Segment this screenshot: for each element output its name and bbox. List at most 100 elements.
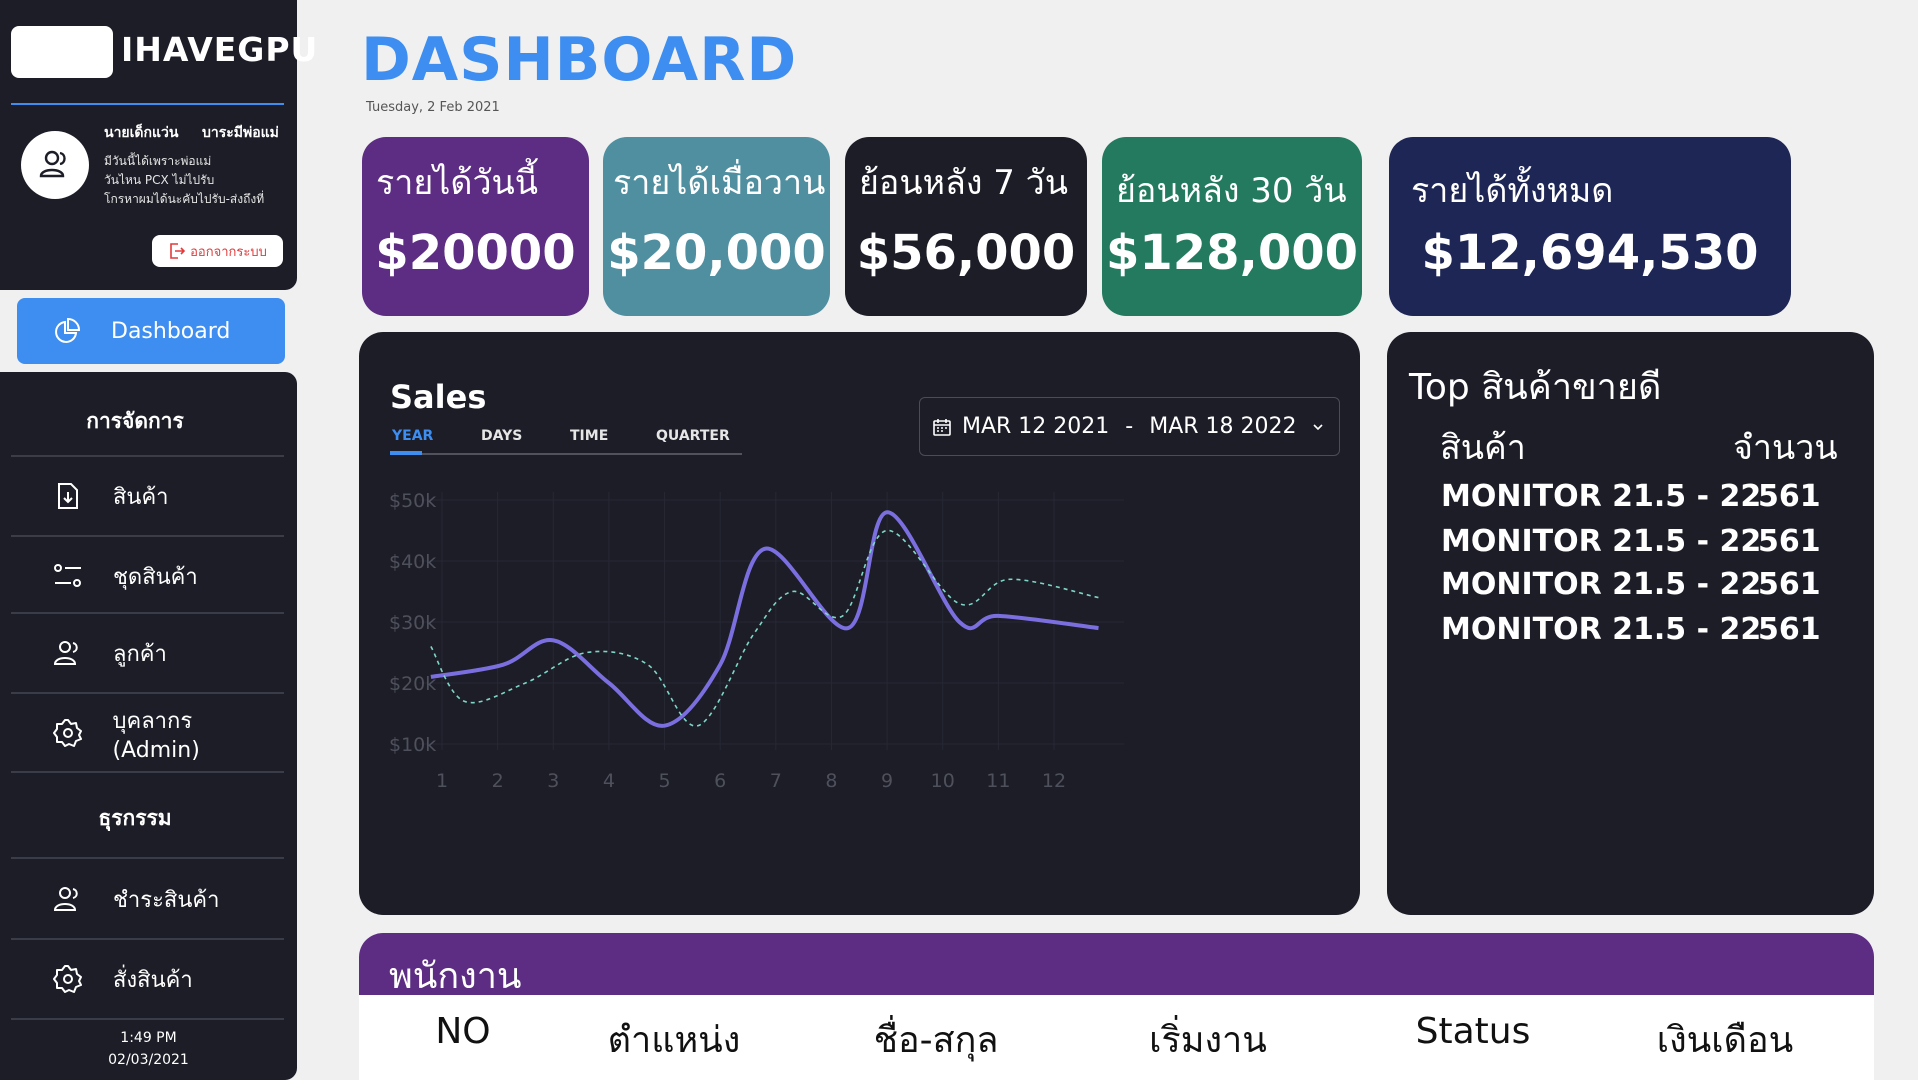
- user-bio: มีวันนี้ได้เพราะพ่อแม่ วันไหน PCX ไม่ไปร…: [104, 152, 294, 209]
- stat-label: รายได้ทั้งหมด: [1411, 171, 1614, 211]
- brand-name: IHAVEGPU: [121, 30, 319, 69]
- sidebar-profile-panel: IHAVEGPU นายเด็กแว่น บาระมีพ่อแม่ มีวันน…: [0, 0, 317, 290]
- x-tick-label: 3: [547, 770, 559, 792]
- sales-chart: $10k$20k$30k$40k$50k1 2 3 4 5 6 7 8 9 10 11 12: [389, 490, 1124, 792]
- pie-chart-icon: [53, 317, 83, 345]
- logout-button[interactable]: ออกจากระบบ: [152, 235, 283, 267]
- x-tick-label: 8: [825, 770, 837, 792]
- nav-item-payment[interactable]: ชำระสินค้า: [11, 860, 284, 938]
- nav-item-staff-admin[interactable]: บุคลากร (Admin): [11, 694, 284, 772]
- stat-value: $20000: [375, 225, 576, 281]
- stat-label: ย้อนหลัง 7 วัน: [859, 163, 1069, 203]
- user-bio-line: โกรหาผมได้นะคับไปรับ-ส่งถึงที่: [104, 192, 265, 206]
- divider: [11, 1018, 284, 1020]
- nav-label: ชุดสินค้า: [113, 564, 198, 590]
- y-tick-label: $10k: [389, 734, 436, 756]
- product-qty: 561: [1758, 612, 1821, 647]
- stat-value: $128,000: [1105, 225, 1359, 281]
- nav-label: สั่งสินค้า: [113, 967, 193, 993]
- user-icon: [39, 150, 66, 178]
- product-qty: 561: [1758, 524, 1821, 559]
- nav-label: ลูกค้า: [113, 641, 167, 667]
- stat-card-total: รายได้ทั้งหมด $12,694,530: [1389, 137, 1791, 316]
- page-title: DASHBOARD: [361, 25, 798, 95]
- stat-value: $12,694,530: [1421, 225, 1759, 281]
- sidebar: IHAVEGPU นายเด็กแว่น บาระมีพ่อแม่ มีวันน…: [0, 0, 317, 1080]
- clock-date: 02/03/2021: [108, 1052, 189, 1068]
- stat-card-30days: ย้อนหลัง 30 วัน $128,000: [1102, 137, 1362, 316]
- nav-label: Dashboard: [111, 318, 231, 344]
- product-name: MONITOR 21.5 - 22: [1441, 567, 1762, 602]
- stat-label: รายได้เมื่อวาน: [613, 163, 826, 203]
- product-name: MONITOR 21.5 - 22: [1441, 479, 1762, 514]
- x-tick-label: 1: [436, 770, 448, 792]
- section-title-business: ธุรกรรม: [98, 806, 172, 830]
- column-header-position: ตำแหน่ง: [607, 1020, 741, 1061]
- nav-item-dashboard[interactable]: Dashboard: [17, 298, 285, 364]
- nav-label: ชำระสินค้า: [113, 887, 220, 913]
- user-first-name: นายเด็กแว่น: [104, 125, 179, 141]
- column-header-name: ชื่อ-สกุล: [873, 1020, 999, 1061]
- nav-item-order[interactable]: สั่งสินค้า: [11, 940, 284, 1018]
- file-download-icon: [51, 481, 85, 511]
- sales-panel: Sales YEAR DAYS TIME QUARTER MAR 12 2021…: [359, 332, 1360, 915]
- employees-header: พนักงาน: [359, 933, 1874, 1001]
- logout-icon: [170, 243, 186, 259]
- divider: [11, 103, 284, 105]
- employees-table: NO ตำแหน่ง ชื่อ-สกุล เริ่มงาน Status เงิ…: [359, 995, 1874, 1080]
- x-tick-label: 7: [770, 770, 782, 792]
- column-header-salary: เงินเดือน: [1656, 1020, 1794, 1061]
- nav-label: สินค้า: [113, 484, 169, 510]
- gear-icon: [51, 718, 85, 748]
- x-tick-label: 4: [603, 770, 615, 792]
- column-header-status: Status: [1415, 1011, 1531, 1052]
- x-tick-label: 10: [931, 770, 955, 792]
- nav-label: บุคลากร (Admin): [112, 709, 200, 763]
- stat-value: $56,000: [856, 225, 1076, 281]
- product-qty: 561: [1758, 479, 1821, 514]
- y-tick-label: $20k: [389, 673, 436, 695]
- x-tick-label: 9: [881, 770, 893, 792]
- nav-item-product-sets[interactable]: ชุดสินค้า: [11, 537, 284, 615]
- product-name: MONITOR 21.5 - 22: [1441, 612, 1762, 647]
- top-products-panel: Top สินค้าขายดี สินค้า จำนวน MONITOR 21.…: [1387, 332, 1874, 915]
- clock: 1:49 PM 02/03/2021: [0, 1027, 297, 1071]
- user-bio-line: วันไหน PCX ไม่ไปรับ: [104, 173, 215, 187]
- nav-item-products[interactable]: สินค้า: [11, 457, 284, 535]
- column-header-start-date: เริ่มงาน: [1149, 1020, 1267, 1061]
- user-last-name: บาระมีพ่อแม่: [202, 125, 279, 141]
- user-bio-line: มีวันนี้ได้เพราะพ่อแม่: [104, 154, 212, 168]
- divider: [11, 771, 284, 773]
- section-title-manage: การจัดการ: [86, 409, 184, 433]
- x-tick-label: 2: [492, 770, 504, 792]
- clock-time: 1:49 PM: [120, 1030, 177, 1046]
- users-icon: [51, 639, 85, 667]
- y-tick-label: $50k: [389, 490, 436, 512]
- product-qty: 561: [1758, 567, 1821, 602]
- x-tick-label: 5: [658, 770, 670, 792]
- avatar[interactable]: [21, 131, 89, 199]
- nav-item-customers[interactable]: ลูกค้า: [11, 614, 284, 692]
- product-name: MONITOR 21.5 - 22: [1441, 524, 1762, 559]
- stat-card-yesterday: รายได้เมื่อวาน $20,000: [603, 137, 830, 316]
- stat-card-today: รายได้วันนี้ $20000: [362, 137, 589, 316]
- logo: [11, 26, 113, 78]
- column-header-qty: จำนวน: [1733, 428, 1838, 468]
- column-header-product: สินค้า: [1440, 428, 1526, 468]
- sliders-icon: [51, 562, 85, 590]
- y-tick-label: $30k: [389, 612, 436, 634]
- x-tick-label: 11: [986, 770, 1010, 792]
- stat-value: $20,000: [607, 225, 826, 281]
- x-tick-label: 6: [714, 770, 726, 792]
- stat-label: ย้อนหลัง 30 วัน: [1116, 171, 1347, 211]
- stat-label: รายได้วันนี้: [376, 163, 539, 203]
- divider: [11, 857, 284, 859]
- logout-label: ออกจากระบบ: [190, 244, 267, 260]
- gear-icon: [51, 964, 85, 994]
- top-products-title: Top สินค้าขายดี: [1409, 367, 1662, 408]
- stat-card-7days: ย้อนหลัง 7 วัน $56,000: [845, 137, 1087, 316]
- users-icon: [51, 885, 85, 913]
- page-date: Tuesday, 2 Feb 2021: [366, 100, 500, 115]
- column-header-no: NO: [435, 1011, 491, 1052]
- x-tick-label: 12: [1042, 770, 1066, 792]
